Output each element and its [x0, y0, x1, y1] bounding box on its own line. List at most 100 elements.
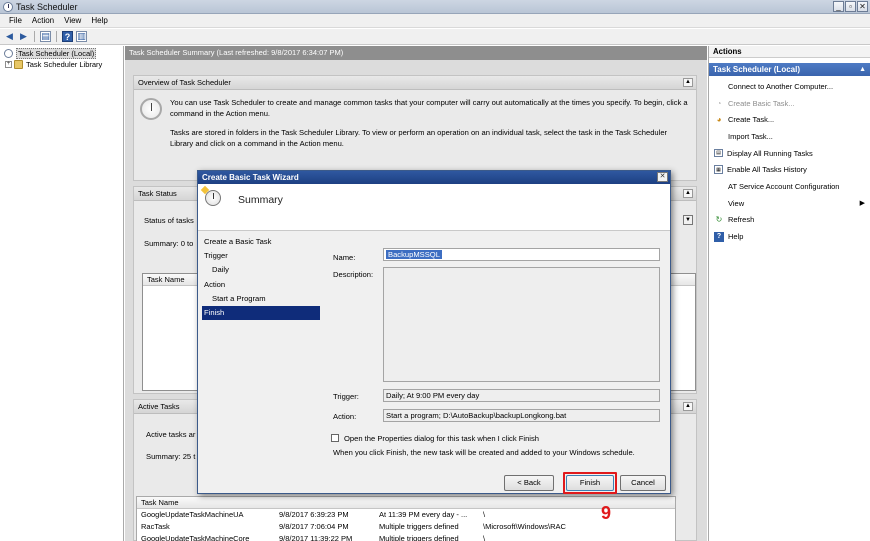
action-refresh[interactable]: ↻ Refresh: [709, 212, 870, 229]
maximize-button[interactable]: ▫: [845, 1, 856, 12]
cancel-button[interactable]: Cancel: [620, 475, 666, 491]
wizard-close-button[interactable]: ✕: [657, 172, 668, 182]
wizard-steps-list: Create a Basic Task Trigger Daily Action…: [202, 235, 320, 465]
finish-highlight-box: [563, 472, 617, 494]
action-label: Import Task...: [728, 131, 773, 141]
tree-item-label: Task Scheduler Library: [26, 60, 103, 69]
blank-icon: [714, 81, 724, 91]
action-help[interactable]: ? Help: [709, 228, 870, 245]
table-row[interactable]: RacTask 9/8/2017 7:06:04 PM Multiple tri…: [137, 521, 675, 533]
tree-item-label: Task Scheduler (Local): [16, 48, 97, 59]
actions-group-header[interactable]: Task Scheduler (Local) ▲: [709, 63, 870, 76]
action-enable-all-tasks-history[interactable]: ▦ Enable All Tasks History: [709, 161, 870, 178]
menu-bar: File Action View Help: [0, 14, 870, 28]
blank-icon: [714, 198, 724, 208]
column-location[interactable]: [479, 497, 669, 508]
active-tasks-table[interactable]: Task Name GoogleUpdateTaskMachineUA 9/8/…: [136, 496, 676, 541]
cell-location: \: [483, 510, 486, 519]
cell-task-name: GoogleUpdateTaskMachineUA: [141, 510, 244, 519]
table-row[interactable]: GoogleUpdateTaskMachineCore 9/8/2017 11:…: [137, 533, 675, 541]
action-label: AT Service Account Configuration: [728, 181, 840, 191]
back-arrow-icon[interactable]: ◀: [4, 31, 15, 42]
collapse-up-icon[interactable]: ▲: [859, 63, 866, 76]
action-label: Create Basic Task...: [728, 98, 795, 108]
action-create-task[interactable]: ◕ Create Task...: [709, 111, 870, 128]
cell-triggers: Multiple triggers defined: [379, 534, 459, 541]
column-triggers[interactable]: [375, 497, 479, 508]
overview-section: Overview of Task Scheduler ▲ You can use…: [133, 75, 697, 181]
wizard-step-start-a-program[interactable]: Start a Program: [202, 292, 320, 306]
tree-item-task-scheduler-library[interactable]: + Task Scheduler Library: [0, 59, 123, 70]
collapse-icon[interactable]: ▲: [683, 78, 693, 87]
history-icon: ▦: [714, 165, 723, 175]
help-icon[interactable]: ?: [62, 31, 73, 42]
window-controls: _ ▫ ✕: [833, 1, 868, 12]
back-button[interactable]: < Back: [504, 475, 554, 491]
actions-pane: Actions Task Scheduler (Local) ▲ Connect…: [708, 46, 870, 541]
action-label: Help: [728, 232, 744, 242]
window-title: Task Scheduler: [16, 1, 78, 12]
create-task-icon: ◕: [716, 115, 722, 125]
submenu-arrow-icon: ▶: [859, 200, 865, 208]
show-hide-console-tree-icon[interactable]: ▤: [40, 31, 51, 42]
action-view[interactable]: View ▶: [709, 195, 870, 212]
active-tasks-summary: Summary: 25 t: [146, 452, 196, 461]
refresh-icon: ↻: [715, 215, 723, 225]
cell-triggers: Multiple triggers defined: [379, 522, 459, 531]
action-import-task[interactable]: Import Task...: [709, 128, 870, 145]
description-field[interactable]: [383, 267, 660, 382]
cell-next-run: 9/8/2017 6:39:23 PM: [279, 510, 349, 519]
wizard-title-bar: Create Basic Task Wizard ✕: [198, 171, 670, 184]
overview-paragraph-2: Tasks are stored in folders in the Task …: [170, 128, 668, 148]
action-label: Display All Running Tasks: [727, 148, 813, 158]
finish-note: When you click Finish, the new task will…: [333, 448, 635, 457]
action-create-basic-task[interactable]: ◔ Create Basic Task...: [709, 95, 870, 112]
status-period-dropdown[interactable]: ▼: [683, 215, 693, 225]
cell-location: \Microsoft\Windows\RAC: [483, 522, 566, 531]
cell-next-run: 9/8/2017 11:39:22 PM: [279, 534, 353, 541]
trigger-field[interactable]: Daily; At 9:00 PM every day: [383, 389, 660, 402]
wizard-step-trigger[interactable]: Trigger: [202, 249, 320, 263]
action-display-all-running-tasks[interactable]: ▤ Display All Running Tasks: [709, 145, 870, 162]
cell-triggers: At 11:39 PM every day - ...: [379, 510, 468, 519]
expand-icon[interactable]: +: [5, 61, 12, 68]
cell-location: \: [483, 534, 486, 541]
open-properties-checkbox[interactable]: [331, 434, 339, 442]
action-label: Create Task...: [728, 115, 775, 125]
active-tasks-description: Active tasks ar: [146, 430, 196, 439]
open-properties-checkbox-label[interactable]: Open the Properties dialog for this task…: [344, 434, 539, 443]
task-status-summary: Summary: 0 to: [144, 239, 194, 248]
trigger-label: Trigger:: [333, 392, 359, 401]
wizard-step-finish[interactable]: Finish: [202, 305, 320, 321]
minimize-button[interactable]: _: [833, 1, 844, 12]
collapse-icon[interactable]: ▲: [683, 402, 693, 411]
action-at-service-account-configuration[interactable]: AT Service Account Configuration: [709, 178, 870, 195]
overview-section-header[interactable]: Overview of Task Scheduler ▲: [134, 76, 696, 90]
column-task-name[interactable]: Task Name: [137, 497, 275, 508]
name-field[interactable]: BackupMSSQL: [383, 248, 660, 261]
forward-arrow-icon[interactable]: ▶: [18, 31, 29, 42]
action-label: Connect to Another Computer...: [728, 81, 834, 91]
action-connect-to-another-computer[interactable]: Connect to Another Computer...: [709, 78, 870, 95]
menu-help[interactable]: Help: [86, 16, 112, 25]
description-label: Description:: [333, 270, 374, 279]
column-task-name[interactable]: Task Name: [143, 274, 199, 285]
menu-action[interactable]: Action: [27, 16, 59, 25]
wizard-step-daily[interactable]: Daily: [202, 263, 320, 277]
actions-pane-title: Actions: [709, 46, 870, 58]
show-hide-action-pane-icon[interactable]: ▥: [76, 31, 87, 42]
cell-task-name: GoogleUpdateTaskMachineCore: [141, 534, 250, 541]
wizard-step-create-basic-task[interactable]: Create a Basic Task: [202, 235, 320, 249]
column-next-run-time[interactable]: [275, 497, 375, 508]
menu-file[interactable]: File: [4, 16, 27, 25]
close-button[interactable]: ✕: [857, 1, 868, 12]
task-scheduler-icon: [3, 1, 13, 12]
tree-item-task-scheduler-local[interactable]: Task Scheduler (Local): [0, 48, 123, 59]
action-field[interactable]: Start a program; D:\AutoBackup\backupLon…: [383, 409, 660, 422]
wizard-step-action[interactable]: Action: [202, 278, 320, 292]
table-row[interactable]: GoogleUpdateTaskMachineUA 9/8/2017 6:39:…: [137, 509, 675, 521]
menu-view[interactable]: View: [59, 16, 86, 25]
collapse-icon[interactable]: ▲: [683, 189, 693, 198]
blank-icon: [714, 131, 724, 141]
summary-header: Task Scheduler Summary (Last refreshed: …: [125, 46, 707, 60]
